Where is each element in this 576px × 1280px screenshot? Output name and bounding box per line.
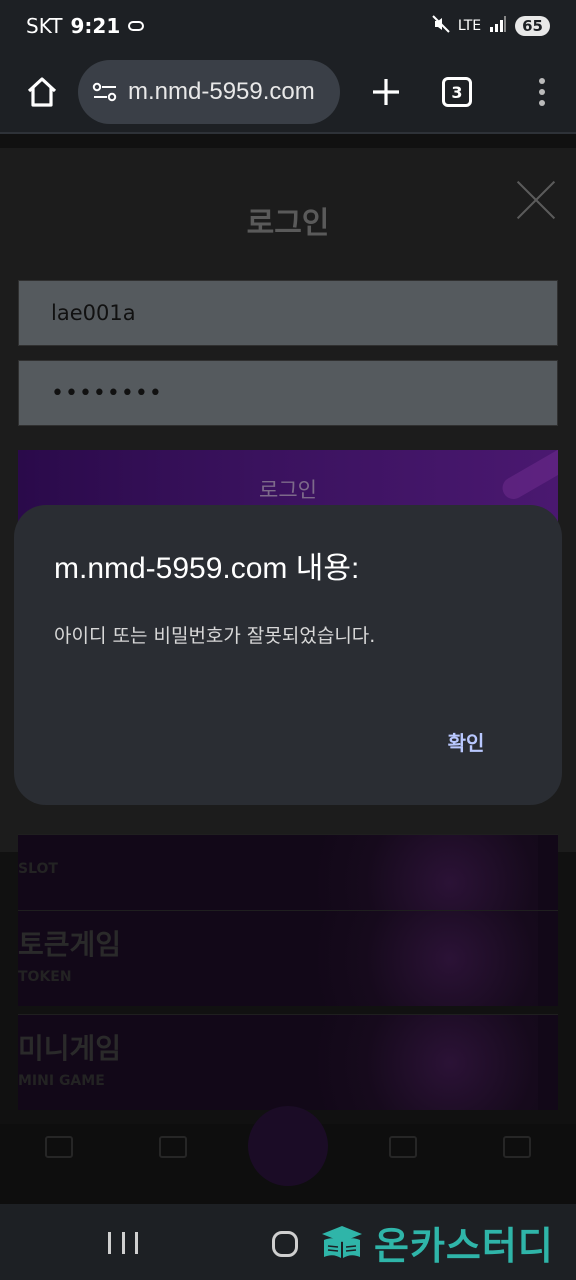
nav-icon [503,1136,531,1158]
menu-dot [539,100,545,106]
status-left: SKT 9:21 [26,14,145,38]
site-nav-home[interactable] [248,1106,328,1186]
nav-icon [45,1136,73,1158]
login-button-label: 로그인 [259,478,317,502]
alert-dialog: m.nmd-5959.com 내용: 아이디 또는 비밀번호가 잘못되었습니다.… [14,505,562,805]
password-field[interactable]: •••••••• [18,360,558,426]
watermark: 온카스터디 [318,1218,554,1268]
book-logo-icon [322,1226,362,1258]
dialog-message: 아이디 또는 비밀번호가 잘못되었습니다. [54,625,376,647]
banner-title: 미니게임 [18,1032,122,1065]
address-bar[interactable]: m.nmd-5959.com [78,60,340,124]
browser-toolbar: m.nmd-5959.com 3 [0,52,576,132]
banner-subtitle: TOKEN [18,969,72,985]
plus-icon [373,79,399,105]
recents-bar [135,1232,138,1254]
system-home-button[interactable] [272,1231,298,1257]
lte-icon: LTE [457,18,482,34]
system-nav-bar: 온카스터디 [0,1204,576,1280]
recents-button[interactable] [108,1232,138,1254]
more-menu-button[interactable] [530,72,554,112]
new-tab-button[interactable] [366,72,406,112]
banner-title: 토큰게임 [18,928,122,961]
nav-icon [159,1136,187,1158]
username-field[interactable]: lae001a [18,280,558,346]
mute-icon [432,15,450,37]
site-nav-item[interactable] [472,1136,562,1192]
dialog-title: m.nmd-5959.com 내용: [54,552,360,585]
menu-dot [539,78,545,84]
decorative-streak [498,450,558,504]
carrier-label: SKT [26,14,63,38]
nav-icon [389,1136,417,1158]
home-button[interactable] [20,70,64,114]
watermark-text: 온카스터디 [374,1223,554,1268]
site-nav-item[interactable] [14,1136,104,1192]
login-title: 로그인 [246,206,330,241]
confirm-button[interactable]: 확인 [424,725,508,761]
recents-bar [121,1232,125,1254]
recents-bar [108,1232,111,1254]
site-nav-item[interactable] [128,1136,218,1192]
status-right: LTE 65 [432,15,550,37]
banner-art [318,911,538,1006]
site-nav-item[interactable] [358,1136,448,1192]
status-bar: SKT 9:21 LTE 65 [0,0,576,52]
status-time: 9:21 [70,14,121,38]
site-bottom-nav [0,1106,576,1204]
home-icon [27,77,57,107]
banner-subtitle: SLOT [18,861,58,877]
banner-subtitle: MINI GAME [18,1073,105,1089]
site-settings-icon[interactable] [90,77,120,107]
battery-indicator: 65 [515,16,550,36]
tab-switcher-button[interactable]: 3 [442,77,472,107]
game-banner-token[interactable]: 토큰게임 TOKEN [18,910,558,1006]
url-text: m.nmd-5959.com [128,78,315,105]
signal-icon [489,16,507,36]
game-banner-mini[interactable]: 미니게임 MINI GAME [18,1014,558,1110]
voicemail-icon [128,21,145,31]
menu-dot [539,89,545,95]
banner-art [318,1015,538,1110]
